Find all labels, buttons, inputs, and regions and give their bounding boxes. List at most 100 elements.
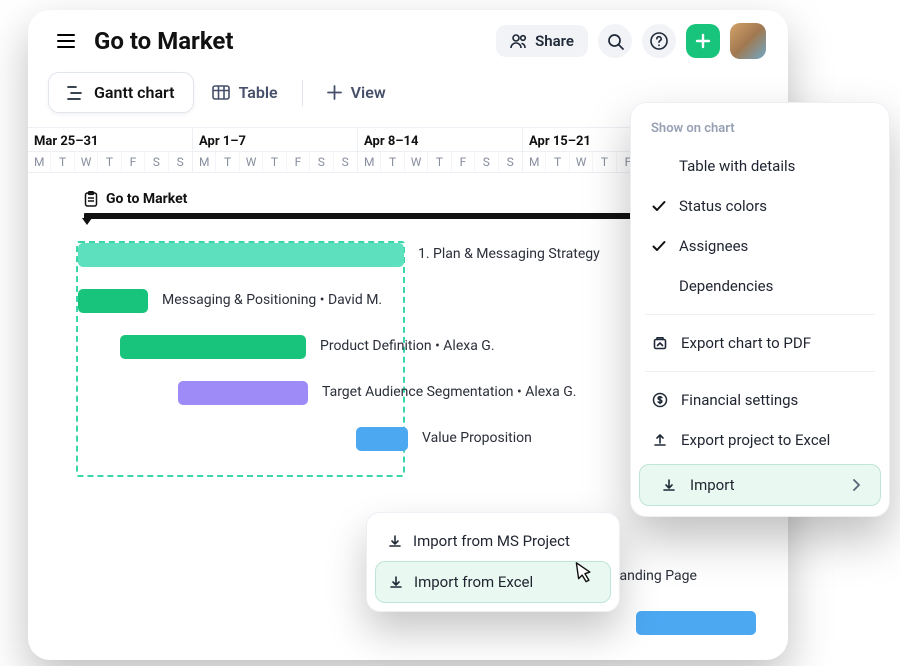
task-bar[interactable]: [636, 611, 756, 635]
menu-item-table-details[interactable]: Table with details: [631, 146, 889, 186]
task-bar[interactable]: [78, 243, 404, 267]
week-label: Apr 8–14: [358, 128, 522, 151]
task-label: Value Proposition: [422, 430, 532, 446]
context-menu: Show on chart Table with details Status …: [630, 102, 890, 517]
task-label: Landing Page: [612, 568, 697, 584]
day-cell: T: [381, 152, 404, 172]
task-label: Target Audience Segmentation • Alexa G.: [322, 384, 576, 400]
day-cell: T: [428, 152, 451, 172]
day-cell: F: [122, 152, 145, 172]
day-cell: T: [593, 152, 616, 172]
menu-item-label: Dependencies: [679, 277, 773, 295]
export-pdf-icon: [651, 335, 669, 351]
menu-item-label: Assignees: [679, 237, 748, 255]
menu-item-import[interactable]: Import: [639, 464, 881, 506]
day-cell: W: [570, 152, 593, 172]
help-button[interactable]: [642, 24, 676, 58]
day-cell: W: [405, 152, 428, 172]
day-cell: T: [546, 152, 569, 172]
check-icon: [651, 240, 667, 252]
menu-item-export-excel[interactable]: Export project to Excel: [631, 420, 889, 460]
task-bar[interactable]: [356, 427, 408, 451]
menu-item-label: Export project to Excel: [681, 431, 830, 449]
share-button[interactable]: Share: [496, 25, 588, 57]
task-label: Messaging & Positioning • David M.: [162, 292, 382, 308]
task-row[interactable]: [28, 607, 788, 643]
day-cell: W: [75, 152, 98, 172]
download-icon: [660, 477, 678, 493]
menu-toggle-button[interactable]: [50, 25, 82, 57]
tab-add-view-label: View: [351, 83, 386, 102]
header-actions: Share: [496, 23, 766, 59]
day-cell: S: [334, 152, 357, 172]
share-label: Share: [535, 32, 574, 50]
task-bar[interactable]: [78, 289, 148, 313]
task-bar[interactable]: [178, 381, 308, 405]
hamburger-icon: [57, 34, 75, 48]
day-cell: W: [240, 152, 263, 172]
table-icon: [212, 85, 230, 100]
day-cell: M: [28, 152, 51, 172]
chevron-right-icon: [852, 479, 860, 491]
search-button[interactable]: [598, 24, 632, 58]
day-cell: S: [499, 152, 522, 172]
tab-gantt[interactable]: Gantt chart: [48, 72, 194, 113]
submenu-item-ms-project[interactable]: Import from MS Project: [375, 521, 611, 561]
check-icon: [651, 200, 667, 212]
day-cell: T: [51, 152, 74, 172]
tab-add-view[interactable]: View: [309, 73, 404, 112]
add-button[interactable]: [686, 24, 720, 58]
clipboard-icon: [84, 191, 98, 207]
tab-gantt-label: Gantt chart: [94, 83, 175, 102]
task-label: 1. Plan & Messaging Strategy: [418, 246, 600, 262]
menu-separator: [645, 371, 875, 372]
tab-table-label: Table: [239, 83, 278, 102]
day-cell: S: [169, 152, 192, 172]
day-cell: M: [193, 152, 216, 172]
menu-item-assignees[interactable]: Assignees: [631, 226, 889, 266]
menu-item-status-colors[interactable]: Status colors: [631, 186, 889, 226]
page-title: Go to Market: [94, 27, 234, 55]
submenu-item-label: Import from Excel: [414, 573, 533, 591]
day-cell: S: [145, 152, 168, 172]
menu-item-label: Table with details: [679, 157, 795, 175]
search-icon: [607, 33, 624, 50]
gantt-icon: [67, 85, 85, 101]
people-icon: [510, 33, 528, 49]
menu-section-label: Show on chart: [631, 117, 889, 146]
tab-table[interactable]: Table: [194, 73, 296, 112]
pointer-cursor-icon: [568, 558, 598, 589]
week-label: Apr 1–7: [193, 128, 357, 151]
menu-item-label: Import: [690, 476, 735, 494]
submenu-item-label: Import from MS Project: [413, 532, 570, 550]
day-cell: F: [287, 152, 310, 172]
week-col: Apr 1–7 M T W T F S S: [193, 128, 358, 173]
header-bar: Go to Market Share: [28, 10, 788, 72]
help-icon: [650, 32, 668, 50]
task-bar[interactable]: [120, 335, 306, 359]
week-col: Apr 8–14 M T W T F S S: [358, 128, 523, 173]
menu-item-export-pdf[interactable]: Export chart to PDF: [631, 323, 889, 363]
day-cell: M: [358, 152, 381, 172]
menu-item-label: Export chart to PDF: [681, 334, 811, 352]
day-cell: S: [310, 152, 333, 172]
day-cell: T: [216, 152, 239, 172]
menu-item-financial[interactable]: Financial settings: [631, 380, 889, 420]
menu-item-label: Status colors: [679, 197, 767, 215]
week-label: Mar 25–31: [28, 128, 192, 151]
summary-name: Go to Market: [106, 191, 187, 207]
dollar-circle-icon: [651, 392, 669, 408]
plus-outline-icon: [327, 85, 342, 100]
day-cell: F: [452, 152, 475, 172]
week-col: Mar 25–31 M T W T F S S: [28, 128, 193, 173]
day-cell: S: [475, 152, 498, 172]
plus-icon: [695, 33, 711, 49]
task-label: Product Definition • Alexa G.: [320, 338, 495, 354]
download-icon: [387, 533, 403, 549]
menu-separator: [645, 314, 875, 315]
day-cell: T: [98, 152, 121, 172]
download-icon: [388, 574, 404, 590]
user-avatar[interactable]: [730, 23, 766, 59]
menu-item-dependencies[interactable]: Dependencies: [631, 266, 889, 306]
day-cell: M: [523, 152, 546, 172]
